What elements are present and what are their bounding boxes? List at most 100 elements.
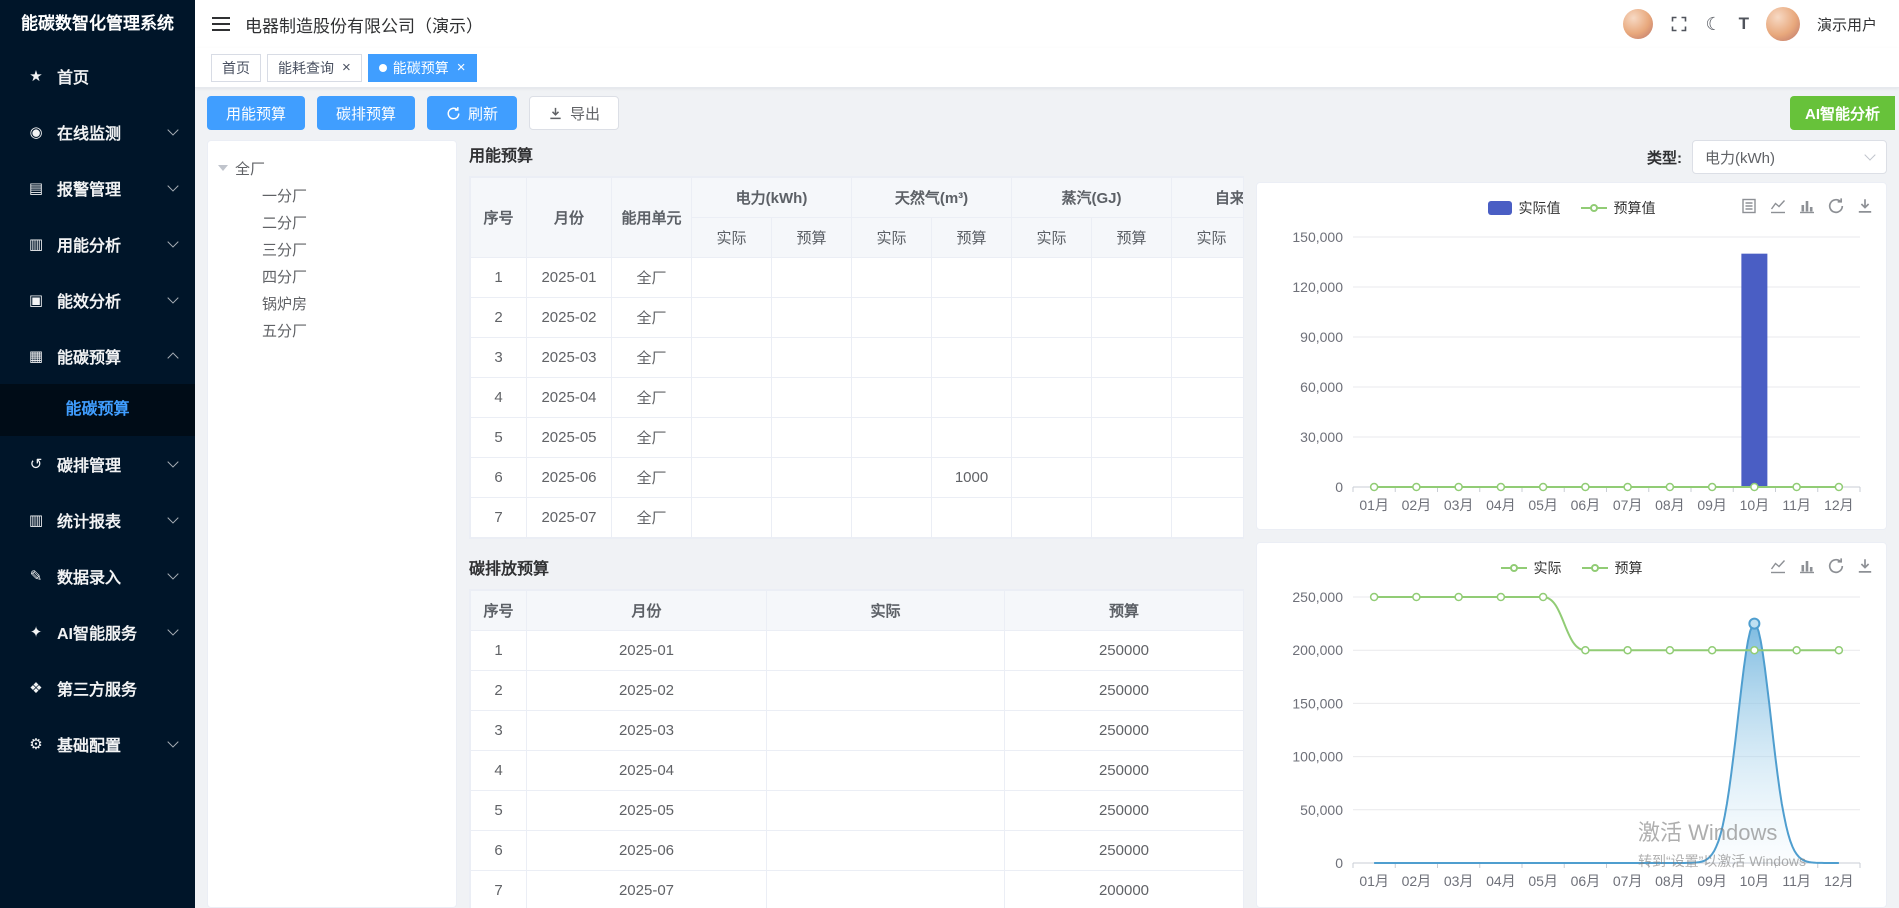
cell-value [1012, 498, 1092, 538]
sidebar: 能碳数智化管理系统 ★首页◉在线监测▤报警管理▥用能分析▣能效分析▦能碳预算能碳… [0, 0, 195, 908]
sidebar-item-label: 碳排管理 [57, 452, 169, 476]
tree-node-2[interactable]: 三分厂 [218, 237, 446, 264]
tab-0[interactable]: 首页 [211, 54, 261, 82]
column-header: 实际 [767, 591, 1005, 631]
table-row: 12025-01250000 [471, 631, 1244, 671]
cell-value [1092, 378, 1172, 418]
cell-month: 2025-01 [527, 258, 612, 298]
cell-no: 2 [471, 298, 527, 338]
svg-text:60,000: 60,000 [1300, 379, 1343, 395]
collapse-menu-icon[interactable] [211, 16, 231, 32]
sidebar-item-6[interactable]: ↺碳排管理 [0, 436, 195, 492]
sidebar-item-10[interactable]: ❖第三方服务 [0, 660, 195, 716]
cell-month: 2025-04 [527, 378, 612, 418]
cell-value [1012, 338, 1092, 378]
sidebar-item-5[interactable]: ▦能碳预算 [0, 328, 195, 384]
legend-item-1[interactable]: 预算 [1582, 558, 1643, 578]
energy-budget-table-wrap: 序号月份能用单元电力(kWh)天然气(m³)蒸汽(GJ)自来水(m³)实际预算实… [469, 176, 1244, 539]
svg-text:01月: 01月 [1359, 497, 1389, 513]
bar-chart-icon[interactable] [1798, 557, 1816, 575]
sidebar-item-9[interactable]: ✦AI智能服务 [0, 604, 195, 660]
sidebar-item-0[interactable]: ★首页 [0, 48, 195, 104]
user-avatar[interactable] [1766, 7, 1800, 41]
tab-1[interactable]: 能耗查询× [267, 54, 362, 82]
button-label: AI智能分析 [1805, 103, 1880, 124]
legend-item-0[interactable]: 实际值 [1488, 198, 1561, 218]
font-size-icon[interactable]: T [1739, 14, 1749, 34]
cell-value [932, 338, 1012, 378]
charts-column: 类型: 电力(kWh) 实际值预算值 [1256, 140, 1887, 908]
refresh-button[interactable]: 刷新 [427, 96, 517, 130]
cell-value [1092, 458, 1172, 498]
legend-label: 实际值 [1519, 198, 1561, 218]
cell-value [852, 498, 932, 538]
line-chart-icon[interactable] [1769, 197, 1787, 215]
cell-unit: 全厂 [612, 258, 692, 298]
cell-value [852, 338, 932, 378]
refresh-icon[interactable] [1827, 557, 1845, 575]
chevron-down-icon [1864, 149, 1875, 160]
tree-node-5[interactable]: 五分厂 [218, 318, 446, 345]
tree-node-1[interactable]: 二分厂 [218, 210, 446, 237]
line-chart-icon[interactable] [1769, 557, 1787, 575]
export-button[interactable]: 导出 [529, 96, 619, 130]
svg-text:02月: 02月 [1402, 497, 1432, 513]
column-header: 序号 [471, 591, 527, 631]
sidebar-item-3[interactable]: ▥用能分析 [0, 216, 195, 272]
legend-item-1[interactable]: 预算值 [1581, 198, 1656, 218]
carbon-budget-button[interactable]: 碳排预算 [317, 96, 415, 130]
tree-node-root[interactable]: 全厂 [218, 153, 446, 183]
svg-text:250,000: 250,000 [1292, 589, 1343, 605]
statistics-report-icon: ▥ [24, 511, 48, 529]
chevron-down-icon [167, 736, 178, 747]
tree-node-3[interactable]: 四分厂 [218, 264, 446, 291]
close-tab-icon[interactable]: × [342, 60, 351, 75]
bar-chart-icon[interactable] [1798, 197, 1816, 215]
energy-budget-button[interactable]: 用能预算 [207, 96, 305, 130]
refresh-icon[interactable] [1827, 197, 1845, 215]
chevron-down-icon [167, 624, 178, 635]
close-tab-icon[interactable]: × [457, 60, 466, 75]
cell-budget: 250000 [1005, 791, 1244, 831]
download-icon[interactable] [1856, 557, 1874, 575]
svg-text:150,000: 150,000 [1292, 229, 1343, 245]
column-header: 预算 [1005, 591, 1244, 631]
svg-text:30,000: 30,000 [1300, 429, 1343, 445]
legend-label: 预算值 [1614, 198, 1656, 218]
carbon-budget-table: 序号月份实际预算12025-0125000022025-022500003202… [470, 590, 1244, 908]
svg-text:03月: 03月 [1444, 873, 1474, 889]
tree-node-0[interactable]: 一分厂 [218, 183, 446, 210]
sidebar-item-4[interactable]: ▣能效分析 [0, 272, 195, 328]
cell-month: 2025-07 [527, 498, 612, 538]
sidebar-item-8[interactable]: ✎数据录入 [0, 548, 195, 604]
sidebar-item-label: 统计报表 [57, 508, 169, 532]
legend-item-0[interactable]: 实际 [1501, 558, 1562, 578]
sidebar-item-2[interactable]: ▤报警管理 [0, 160, 195, 216]
sidebar-item-1[interactable]: ◉在线监测 [0, 104, 195, 160]
column-header: 月份 [527, 178, 612, 258]
data-view-icon[interactable] [1740, 197, 1758, 215]
org-tree-panel: 全厂 一分厂二分厂三分厂四分厂锅炉房五分厂 [207, 140, 457, 908]
type-select[interactable]: 电力(kWh) [1692, 140, 1887, 174]
download-icon[interactable] [1856, 197, 1874, 215]
chart-header: 实际值 预算值 [1269, 193, 1874, 223]
cell-value [1012, 458, 1092, 498]
tree-node-4[interactable]: 锅炉房 [218, 291, 446, 318]
sidebar-item-7[interactable]: ▥ 统计报表 [0, 492, 195, 548]
cell-budget: 250000 [1005, 671, 1244, 711]
tab-2[interactable]: 能碳预算× [368, 54, 477, 82]
table-row: 32025-03全厂 [471, 338, 1245, 378]
cell-value [1172, 458, 1244, 498]
energy-budget-title: 用能预算 [469, 142, 1244, 166]
tab-bar: 首页能耗查询×能碳预算× [195, 48, 1899, 88]
sidebar-item-11[interactable]: ⚙基础配置 [0, 716, 195, 772]
sidebar-subitem-5-0[interactable]: 能碳预算 [0, 384, 195, 436]
dark-mode-moon-icon[interactable]: ☾ [1705, 14, 1721, 35]
chevron-down-icon [167, 124, 178, 135]
button-label: 刷新 [468, 103, 498, 124]
ai-analysis-button[interactable]: AI智能分析 [1790, 96, 1895, 130]
legend-line-swatch [1501, 567, 1527, 569]
data-entry-icon: ✎ [24, 567, 48, 585]
avatar-small[interactable] [1623, 9, 1653, 39]
fullscreen-icon[interactable] [1670, 15, 1688, 33]
